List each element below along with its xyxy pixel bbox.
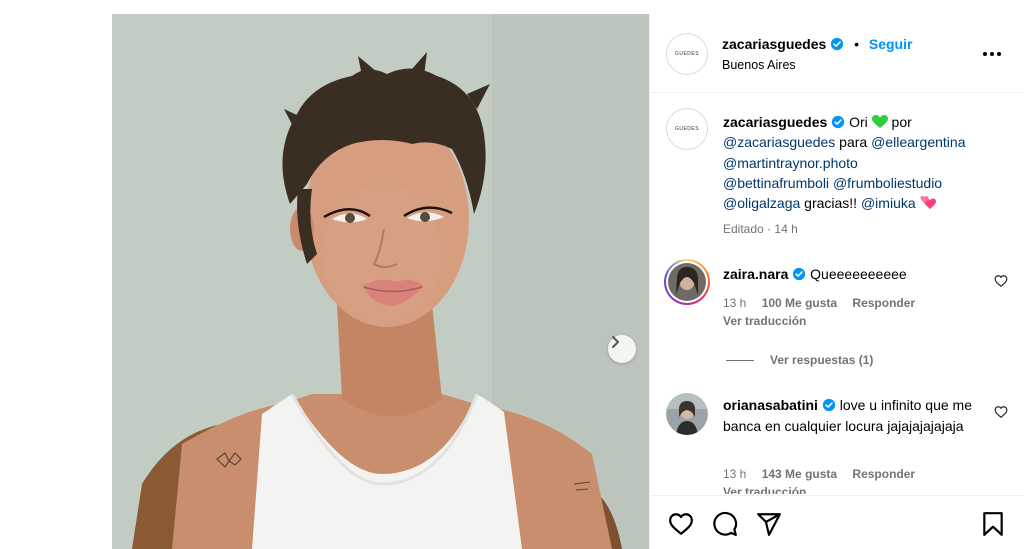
comment-time[interactable]: 13 h: [723, 296, 746, 310]
separator-dot: •: [854, 36, 859, 52]
post-side-panel: GUEDES zacariasguedes • Seguir Buenos Ai…: [649, 14, 1024, 549]
header-username-row: zacariasguedes • Seguir: [722, 36, 912, 52]
verified-badge-icon: [822, 398, 835, 412]
comment-meta: 13 h 143 Me gusta Responder: [723, 467, 915, 481]
mention-link[interactable]: @martintraynor.photo: [723, 155, 858, 171]
post-modal: GUEDES zacariasguedes • Seguir Buenos Ai…: [0, 0, 1024, 549]
comment-text: Queeeeeeeeee: [810, 266, 907, 282]
commenter-username[interactable]: zaira.nara: [723, 266, 788, 282]
caption-text: Ori: [849, 114, 868, 130]
view-replies-button[interactable]: Ver respuestas (1): [726, 353, 873, 367]
verified-badge-icon: [831, 37, 844, 51]
next-photo-button[interactable]: [608, 335, 636, 363]
mention-link[interactable]: @elleargentina: [871, 134, 965, 150]
see-translation-link[interactable]: Ver traducción: [723, 314, 806, 328]
meta-dot: ·: [767, 222, 772, 236]
author-username[interactable]: zacariasguedes: [722, 36, 826, 52]
commenter-username[interactable]: orianasabatini: [723, 397, 818, 413]
reply-button[interactable]: Responder: [852, 467, 915, 481]
reply-button[interactable]: Responder: [852, 296, 915, 310]
caption-text: por: [891, 114, 912, 130]
mention-link[interactable]: @imiuka: [861, 195, 916, 211]
comment-time[interactable]: 13 h: [723, 467, 746, 481]
see-translation-link[interactable]: Ver traducción: [723, 485, 806, 494]
comments-scroll-area[interactable]: GUEDES zacariasguedes Ori por @zacariasg…: [650, 94, 1024, 494]
replies-divider-line: [726, 360, 754, 362]
paper-plane-icon[interactable]: [756, 511, 782, 537]
edited-label: Editado: [723, 222, 764, 236]
caption-meta: Editado · 14 h: [723, 222, 798, 236]
commenter-avatar-story-ring[interactable]: [664, 259, 710, 305]
avatar-logo-text: GUEDES: [674, 126, 700, 132]
mention-link[interactable]: @frumboliestudio: [833, 175, 942, 191]
comment-text-row: zaira.nara Queeeeeeeeee: [723, 264, 983, 285]
commenter-avatar: [668, 263, 706, 301]
comment-likes[interactable]: 100 Me gusta: [762, 296, 837, 310]
caption-username[interactable]: zacariasguedes: [723, 114, 827, 130]
verified-badge-icon: [793, 267, 806, 281]
comment-icon[interactable]: [712, 511, 738, 537]
author-avatar[interactable]: GUEDES: [666, 33, 708, 75]
two-hearts-emoji: [920, 196, 936, 210]
comment-meta: 13 h 100 Me gusta Responder: [723, 296, 915, 310]
mention-link[interactable]: @bettinafrumboli: [723, 175, 829, 191]
heart-icon[interactable]: [668, 511, 694, 537]
post-photo[interactable]: [112, 14, 649, 549]
post-location[interactable]: Buenos Aires: [722, 58, 796, 72]
post-header: GUEDES zacariasguedes • Seguir Buenos Ai…: [650, 14, 1024, 93]
portrait-illustration: [112, 14, 649, 549]
like-comment-heart-icon[interactable]: [994, 274, 1008, 288]
commenter-avatar-image: [666, 393, 708, 435]
comment-text-row: orianasabatini love u infinito que me ba…: [723, 395, 983, 436]
caption-author-avatar[interactable]: GUEDES: [666, 108, 708, 150]
bookmark-icon[interactable]: [980, 511, 1006, 537]
mention-link[interactable]: @oligalzaga: [723, 195, 800, 211]
view-replies-label: Ver respuestas (1): [770, 353, 874, 367]
caption-text: para: [839, 134, 868, 151]
green-heart-emoji: [871, 115, 888, 128]
caption-time[interactable]: 14 h: [774, 222, 797, 236]
follow-button[interactable]: Seguir: [869, 36, 913, 52]
post-action-bar: [650, 495, 1024, 549]
avatar-logo-text: GUEDES: [674, 51, 700, 57]
chevron-right-icon: [612, 336, 619, 348]
commenter-avatar[interactable]: [666, 393, 708, 435]
comment-likes[interactable]: 143 Me gusta: [762, 467, 837, 481]
verified-badge-icon: [832, 115, 845, 129]
more-options-icon[interactable]: [980, 42, 1004, 66]
like-comment-heart-icon[interactable]: [994, 405, 1008, 419]
caption-text: gracias!!: [804, 195, 858, 212]
mention-link[interactable]: @zacariasguedes: [723, 134, 835, 150]
post-caption: zacariasguedes Ori por @zacariasguedes p…: [723, 112, 1013, 213]
